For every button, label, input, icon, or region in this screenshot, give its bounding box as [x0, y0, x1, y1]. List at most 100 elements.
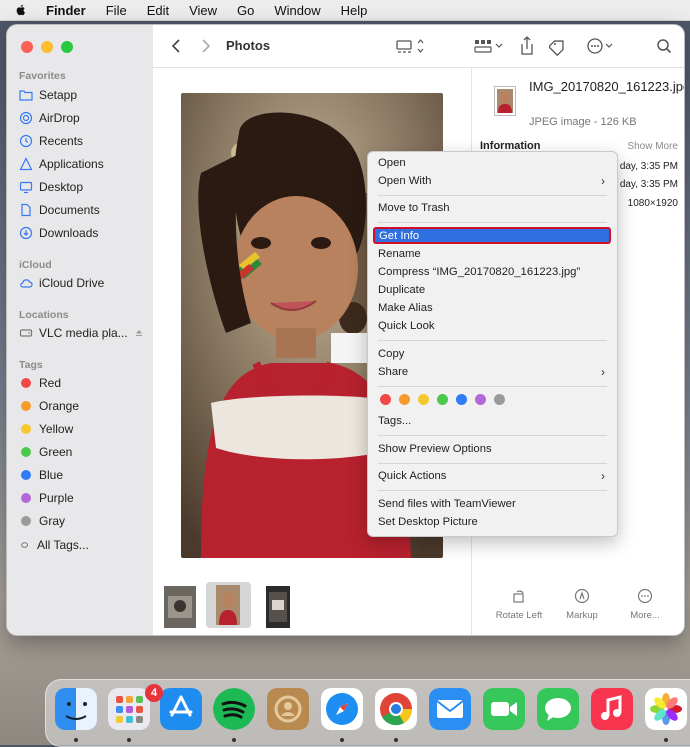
running-indicator: [232, 738, 236, 742]
sidebar-item-label: VLC media pla...: [39, 326, 128, 340]
file-name: IMG_20170820_161223.jpg: [529, 79, 684, 94]
clock-icon: [19, 134, 33, 148]
tag-blue-dot-icon[interactable]: [456, 394, 467, 405]
menu-item-rename[interactable]: Rename: [378, 248, 421, 260]
more-icon: [637, 588, 653, 604]
menu-item-tags[interactable]: Tags...: [378, 415, 411, 427]
tag-purple-dot-icon[interactable]: [475, 394, 486, 405]
dock: [45, 679, 690, 747]
sidebar-item-label: Red: [39, 376, 62, 390]
purple-tag-dot-icon: [21, 493, 31, 503]
menu-item-copy[interactable]: Copy: [378, 348, 404, 360]
tag-orange-dot-icon[interactable]: [399, 394, 410, 405]
tag-yellow-dot-icon[interactable]: [418, 394, 429, 405]
menu-item-quick-look[interactable]: Quick Look: [378, 320, 435, 332]
icloud-header: iCloud: [19, 259, 52, 271]
tag-red-dot-icon[interactable]: [380, 394, 391, 405]
menu-view[interactable]: View: [189, 3, 217, 18]
running-indicator: [127, 738, 131, 742]
close-button[interactable]: [21, 41, 33, 53]
more-actions-icon[interactable]: [585, 35, 615, 57]
menu-item-teamviewer[interactable]: Send files with TeamViewer: [378, 498, 516, 510]
markup-label: Markup: [566, 610, 598, 621]
file-kind: JPEG image - 126 KB: [529, 116, 637, 128]
menu-item-set-desktop-picture[interactable]: Set Desktop Picture: [378, 516, 478, 528]
contacts-icon[interactable]: [267, 688, 309, 730]
menu-file[interactable]: File: [106, 3, 127, 18]
menu-item-show-preview-options[interactable]: Show Preview Options: [378, 443, 492, 455]
sidebar-item-label: Gray: [39, 514, 66, 528]
sidebar-item-downloads[interactable]: Downloads: [19, 223, 149, 243]
minimize-button[interactable]: [41, 41, 53, 53]
menu-item-move-to-trash[interactable]: Move to Trash: [378, 202, 450, 214]
sidebar-tag-yellow[interactable]: Yellow: [19, 419, 149, 439]
zoom-button[interactable]: [61, 41, 73, 53]
menu-item-open[interactable]: Open: [378, 157, 406, 169]
sidebar-item-icloud-drive[interactable]: iCloud Drive: [19, 273, 149, 293]
sidebar-item-setapp[interactable]: Setapp: [19, 85, 149, 105]
yellow-tag-dot-icon: [21, 424, 31, 434]
sidebar-tag-orange[interactable]: Orange: [19, 396, 149, 416]
search-icon[interactable]: [656, 35, 672, 57]
sidebar-tag-all[interactable]: All Tags...: [19, 535, 149, 555]
messages-icon[interactable]: [537, 688, 579, 730]
safari-icon[interactable]: [321, 688, 363, 730]
favorites-header: Favorites: [19, 70, 66, 82]
menu-item-duplicate[interactable]: Duplicate: [378, 284, 425, 296]
info-dimensions: 1080×1920: [627, 198, 678, 209]
more-button[interactable]: More...: [615, 588, 675, 621]
menu-item-open-with[interactable]: Open With: [378, 175, 431, 187]
sidebar-item-recents[interactable]: Recents: [19, 131, 149, 151]
menu-item-make-alias[interactable]: Make Alias: [378, 302, 433, 314]
menu-edit[interactable]: Edit: [147, 3, 169, 18]
finder-icon[interactable]: [55, 688, 97, 730]
sidebar-tag-green[interactable]: Green: [19, 442, 149, 462]
sidebar-item-documents[interactable]: Documents: [19, 200, 149, 220]
thumbnail-strip: [153, 568, 471, 635]
app-store-badge: 4: [145, 684, 163, 702]
menu-go[interactable]: Go: [237, 3, 254, 18]
rotate-left-button[interactable]: Rotate Left: [489, 588, 549, 621]
view-mode-gallery-icon[interactable]: [395, 35, 427, 57]
menu-item-quick-actions[interactable]: Quick Actions: [378, 470, 446, 482]
sidebar-item-vlc[interactable]: VLC media pla...: [19, 323, 149, 343]
menu-help[interactable]: Help: [341, 3, 368, 18]
toolbar: Photos: [153, 25, 684, 68]
share-icon[interactable]: [519, 35, 535, 57]
markup-button[interactable]: Markup: [552, 588, 612, 621]
eject-icon[interactable]: [134, 328, 144, 338]
menu-item-get-info[interactable]: Get Info: [373, 227, 611, 244]
facetime-icon[interactable]: [483, 688, 525, 730]
app-store-icon[interactable]: [160, 688, 202, 730]
show-more-link[interactable]: Show More: [627, 141, 678, 152]
sidebar-item-airdrop[interactable]: AirDrop: [19, 108, 149, 128]
menu-item-compress[interactable]: Compress “IMG_20170820_161223.jpg”: [378, 266, 580, 278]
sidebar-tag-blue[interactable]: Blue: [19, 465, 149, 485]
tag-green-dot-icon[interactable]: [437, 394, 448, 405]
launchpad-icon[interactable]: [108, 688, 150, 730]
menu-separator: [378, 386, 607, 387]
tag-icon[interactable]: [549, 35, 567, 57]
back-chevron-icon[interactable]: [170, 35, 182, 57]
tag-gray-dot-icon[interactable]: [494, 394, 505, 405]
sidebar-tag-purple[interactable]: Purple: [19, 488, 149, 508]
sidebar-tag-gray[interactable]: Gray: [19, 511, 149, 531]
thumbnail-1[interactable]: [164, 586, 196, 628]
photos-icon[interactable]: [645, 688, 687, 730]
apple-logo-icon[interactable]: [14, 3, 28, 17]
spotify-icon[interactable]: [213, 688, 255, 730]
menu-item-share[interactable]: Share: [378, 366, 408, 378]
menu-finder[interactable]: Finder: [46, 3, 86, 18]
chrome-icon[interactable]: [375, 688, 417, 730]
menu-window[interactable]: Window: [274, 3, 320, 18]
mail-icon[interactable]: [429, 688, 471, 730]
group-by-icon[interactable]: [473, 35, 505, 57]
thumbnail-3[interactable]: [266, 586, 290, 628]
running-indicator: [664, 738, 668, 742]
sidebar-item-desktop[interactable]: Desktop: [19, 177, 149, 197]
sidebar-item-applications[interactable]: Applications: [19, 154, 149, 174]
thumbnail-2-selected[interactable]: [206, 582, 251, 628]
forward-chevron-icon[interactable]: [200, 35, 212, 57]
sidebar-tag-red[interactable]: Red: [19, 373, 149, 393]
music-icon[interactable]: [591, 688, 633, 730]
